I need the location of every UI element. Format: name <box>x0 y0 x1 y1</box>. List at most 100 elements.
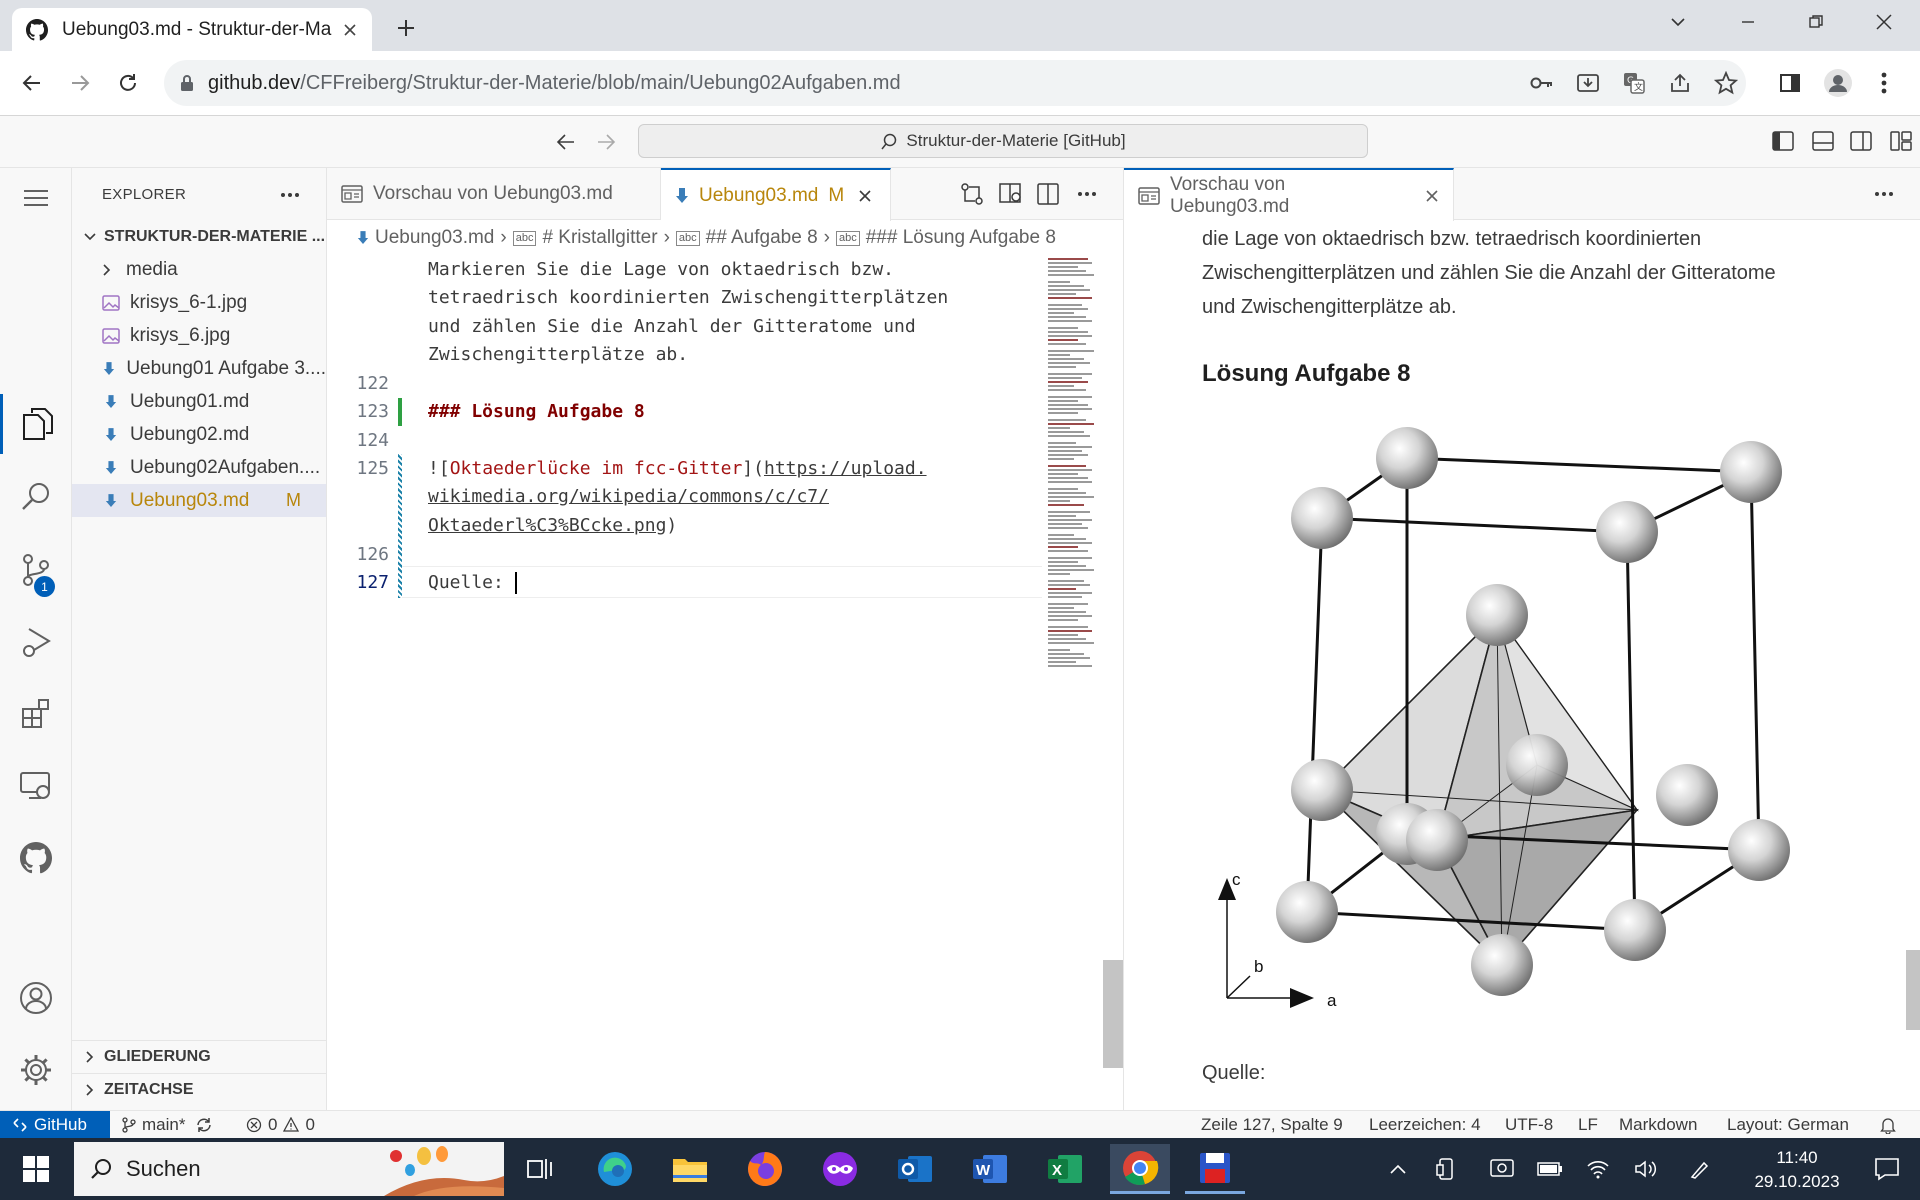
taskbar-clock[interactable]: 11:40 29.10.2023 <box>1742 1146 1852 1194</box>
minimap[interactable] <box>1044 256 1104 676</box>
chevron-up-icon[interactable] <box>1378 1144 1418 1194</box>
password-key-icon[interactable] <box>1530 72 1554 94</box>
address-bar[interactable]: github.dev/CFFreiberg/Struktur-der-Mater… <box>164 60 1746 106</box>
editor-more-icon[interactable] <box>1077 191 1097 197</box>
tab-preview-uebung03[interactable]: Vorschau von Uebung03.md <box>327 168 661 220</box>
remote-explorer-icon[interactable] <box>0 756 72 816</box>
problems-indicator[interactable]: 0 0 <box>246 1111 315 1139</box>
sync-icon[interactable] <box>195 1116 213 1134</box>
file-item[interactable]: Uebung02Aufgaben.... <box>72 451 326 484</box>
preview-scrollbar[interactable] <box>1906 950 1920 1030</box>
task-view-icon[interactable] <box>510 1144 570 1194</box>
end-of-line[interactable]: LF <box>1578 1111 1598 1139</box>
new-tab-button[interactable] <box>390 12 422 44</box>
file-item[interactable]: Uebung01.md <box>72 385 326 418</box>
notifications-bell-icon[interactable] <box>1880 1111 1896 1139</box>
source-control-icon[interactable]: 1 <box>0 540 72 600</box>
firefox-icon[interactable] <box>735 1144 795 1194</box>
indentation[interactable]: Leerzeichen: 4 <box>1369 1111 1481 1139</box>
explorer-files-icon[interactable] <box>0 394 72 454</box>
open-changes-icon[interactable] <box>960 183 984 205</box>
install-app-icon[interactable] <box>1576 71 1600 95</box>
split-editor-icon[interactable] <box>1037 183 1059 205</box>
more-actions-icon[interactable] <box>280 192 300 198</box>
minimize-window-button[interactable] <box>1720 0 1776 44</box>
customize-layout-icon[interactable] <box>1890 131 1912 151</box>
close-icon[interactable] <box>858 189 872 203</box>
github-icon[interactable] <box>0 828 72 888</box>
editor-more-icon[interactable] <box>1874 191 1894 197</box>
editor-scrollbar[interactable] <box>1103 960 1123 1068</box>
notification-center-icon[interactable] <box>1862 1144 1912 1194</box>
link-url[interactable]: https://upload. <box>764 458 927 479</box>
close-icon[interactable] <box>1425 189 1439 203</box>
browser-tab[interactable]: Uebung03.md - Struktur-der-Ma <box>12 8 372 51</box>
outline-section[interactable]: GLIEDERUNG <box>72 1040 327 1073</box>
run-debug-icon[interactable] <box>0 612 72 672</box>
bookmark-star-icon[interactable] <box>1714 71 1738 95</box>
file-item[interactable]: krisys_6-1.jpg <box>72 286 326 319</box>
file-item[interactable]: Uebung02.md <box>72 418 326 451</box>
breadcrumb-heading-1[interactable]: # Kristallgitter <box>542 227 657 249</box>
markdown-preview[interactable]: die Lage von oktaedrisch bzw. tetraedris… <box>1124 220 1920 1110</box>
chrome-icon[interactable] <box>1110 1144 1170 1194</box>
outlook-icon[interactable] <box>885 1144 945 1194</box>
open-preview-side-icon[interactable] <box>999 183 1023 205</box>
tab-close-icon[interactable] <box>342 22 358 38</box>
settings-gear-icon[interactable] <box>0 1040 72 1100</box>
restore-window-button[interactable] <box>1788 0 1844 44</box>
breadcrumb-heading-3[interactable]: ### Lösung Aufgabe 8 <box>866 227 1056 249</box>
workspace-root-folder[interactable]: STRUKTUR-DER-MATERIE ... <box>72 220 326 253</box>
close-window-button[interactable] <box>1856 0 1912 44</box>
tab-search-chevron-icon[interactable] <box>1650 0 1706 44</box>
command-center[interactable]: Struktur-der-Materie [GitHub] <box>638 124 1368 158</box>
timeline-section[interactable]: ZEITACHSE <box>72 1073 327 1106</box>
profile-avatar-icon[interactable] <box>1820 65 1856 101</box>
breadcrumb-file[interactable]: Uebung03.md <box>375 227 494 249</box>
reload-icon[interactable] <box>110 65 146 101</box>
device-icon[interactable] <box>1426 1144 1466 1194</box>
toggle-primary-sidebar-icon[interactable] <box>1772 131 1794 151</box>
extensions-icon[interactable] <box>0 684 72 744</box>
tab-preview-uebung03[interactable]: Vorschau von Uebung03.md <box>1124 168 1454 221</box>
translate-icon[interactable]: G文 <box>1622 71 1646 95</box>
keyboard-layout[interactable]: Layout: German <box>1727 1111 1849 1139</box>
remote-indicator[interactable]: GitHub <box>0 1111 110 1139</box>
browser-menu-icon[interactable] <box>1866 65 1902 101</box>
file-item[interactable]: krisys_6.jpg <box>72 319 326 352</box>
excel-icon[interactable]: X <box>1035 1144 1095 1194</box>
side-panel-icon[interactable] <box>1772 65 1808 101</box>
word-icon[interactable]: W <box>960 1144 1020 1194</box>
link-url[interactable]: wikimedia.org/wikipedia/commons/c/c7/ <box>428 486 829 507</box>
windows-start-icon[interactable] <box>6 1144 66 1194</box>
file-item[interactable]: Uebung01 Aufgabe 3.... <box>72 352 326 385</box>
toggle-secondary-sidebar-icon[interactable] <box>1850 131 1872 151</box>
file-explorer-icon[interactable] <box>660 1144 720 1194</box>
file-item[interactable]: Uebung03.md M <box>72 484 326 517</box>
encoding[interactable]: UTF-8 <box>1505 1111 1553 1139</box>
private-browsing-icon[interactable] <box>810 1144 870 1194</box>
link-url[interactable]: Oktaederl%C3%BCcke.png <box>428 515 666 536</box>
pen-icon[interactable] <box>1680 1144 1720 1194</box>
search-icon[interactable] <box>0 466 72 526</box>
tab-uebung03-md[interactable]: Uebung03.md M <box>661 168 891 221</box>
battery-icon[interactable] <box>1530 1144 1570 1194</box>
taskbar-search[interactable]: Suchen <box>74 1142 504 1196</box>
breadcrumb-heading-2[interactable]: ## Aufgabe 8 <box>706 227 818 249</box>
folder-item[interactable]: media <box>72 253 326 286</box>
save-disk-app-icon[interactable] <box>1185 1144 1245 1194</box>
edge-browser-icon[interactable] <box>585 1144 645 1194</box>
code-editor[interactable]: Markieren Sie die Lage von oktaedrisch b… <box>327 256 1124 1106</box>
forward-arrow-icon[interactable] <box>62 65 98 101</box>
wifi-icon[interactable] <box>1578 1144 1618 1194</box>
toggle-panel-icon[interactable] <box>1812 131 1834 151</box>
screen-capture-icon[interactable] <box>1482 1144 1522 1194</box>
menu-icon[interactable] <box>0 168 72 228</box>
share-icon[interactable] <box>1668 71 1692 95</box>
back-arrow-icon[interactable] <box>14 65 50 101</box>
nav-back-icon[interactable] <box>556 133 576 151</box>
nav-forward-icon[interactable] <box>596 133 616 151</box>
branch-indicator[interactable]: main* <box>122 1111 213 1139</box>
volume-icon[interactable] <box>1626 1144 1666 1194</box>
language-mode[interactable]: Markdown <box>1619 1111 1697 1139</box>
